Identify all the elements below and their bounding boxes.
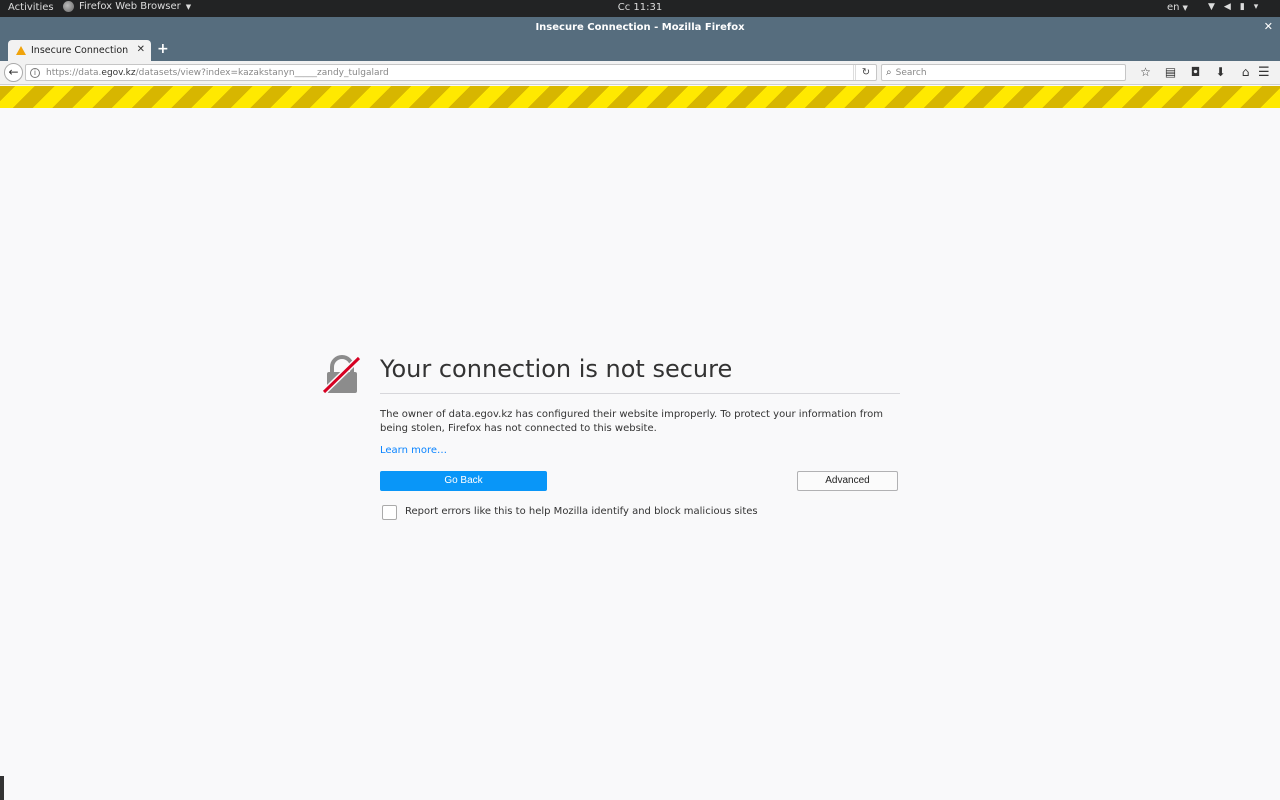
back-button[interactable]: ← — [4, 63, 23, 82]
arrow-left-icon: ← — [8, 65, 19, 79]
chevron-down-icon: ▼ — [1182, 3, 1188, 12]
tab-label: Insecure Connection — [31, 45, 129, 56]
language-selector[interactable]: en ▼ — [1167, 2, 1188, 13]
broken-lock-icon — [322, 355, 362, 395]
go-back-button[interactable]: Go Back — [380, 471, 547, 491]
learn-more-link[interactable]: Learn more… — [380, 445, 447, 456]
bookmark-star-icon[interactable]: ☆ — [1133, 65, 1158, 79]
info-icon[interactable]: i — [30, 67, 40, 78]
reload-icon: ↻ — [861, 67, 871, 78]
navigation-bar: ← i https://data. egov.kz/datasets/view?i… — [0, 61, 1280, 85]
reload-button[interactable]: ↻ — [855, 65, 876, 80]
tab-insecure-connection[interactable]: Insecure Connection ✕ — [8, 40, 151, 61]
error-title: Your connection is not secure — [380, 355, 733, 383]
download-icon[interactable]: ⬇ — [1208, 65, 1233, 79]
search-bar[interactable]: ⌕ Search — [881, 64, 1126, 81]
warning-icon — [16, 46, 26, 55]
search-placeholder: Search — [895, 67, 927, 78]
search-icon: ⌕ — [886, 67, 892, 78]
url-bar[interactable]: i https://data. egov.kz/datasets/view?ind… — [25, 64, 877, 81]
volume-icon: ◀ — [1223, 2, 1231, 12]
bookmarks-list-icon[interactable]: ▤ — [1158, 65, 1183, 79]
error-description: The owner of data.egov.kz has configured… — [380, 409, 883, 434]
wifi-icon: ▼ — [1208, 2, 1215, 12]
warning-stripe — [0, 86, 1280, 108]
system-menu[interactable]: ▼ ◀ ▮ ▾ — [1208, 2, 1258, 12]
url-host: egov.kz — [101, 67, 136, 78]
hamburger-menu-icon[interactable]: ☰ — [1258, 65, 1270, 80]
gnome-top-bar: Activities Firefox Web Browser ▼ Cc 11:3… — [0, 0, 1280, 17]
clock[interactable]: Cc 11:31 — [0, 2, 1280, 13]
report-errors-label: Report errors like this to help Mozilla … — [405, 506, 758, 517]
tab-close-button[interactable]: ✕ — [137, 44, 145, 55]
report-errors-checkbox[interactable] — [382, 505, 397, 520]
window-edge-marker — [0, 776, 4, 800]
url-scheme: https://data. — [46, 67, 102, 78]
window-close-button[interactable]: ✕ — [1264, 20, 1273, 33]
window-title: Insecure Connection - Mozilla Firefox — [535, 22, 745, 33]
title-divider — [380, 393, 900, 394]
new-tab-button[interactable]: + — [157, 41, 169, 57]
home-icon[interactable]: ⌂ — [1233, 65, 1258, 79]
tab-strip: Insecure Connection ✕ + — [0, 39, 1280, 61]
chevron-down-icon: ▾ — [1253, 2, 1259, 12]
toolbar-icons: ☆ ▤ ◘ ⬇ ⌂ — [1133, 65, 1258, 79]
language-label: en — [1167, 2, 1180, 13]
pocket-icon[interactable]: ◘ — [1183, 65, 1208, 79]
url-path: /datasets/view?index=kazakstanyn_____zan… — [135, 67, 389, 78]
window-title-bar: Insecure Connection - Mozilla Firefox ✕ — [0, 17, 1280, 39]
advanced-button[interactable]: Advanced — [797, 471, 898, 491]
battery-icon: ▮ — [1239, 2, 1245, 12]
url-divider — [853, 65, 854, 80]
